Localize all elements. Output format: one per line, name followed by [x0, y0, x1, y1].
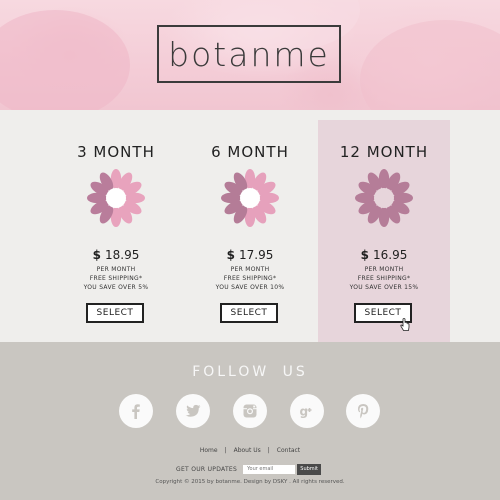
hero-flower-blur: [360, 20, 500, 110]
plan-title: 12 MONTH: [339, 143, 429, 161]
hero-banner: botanme: [0, 0, 500, 110]
footer-link-home[interactable]: Home: [200, 447, 218, 454]
plan-savings: YOU SAVE OVER 10%: [215, 284, 285, 291]
hand-cursor-icon: [400, 318, 410, 331]
brand-logo-text: botanme: [168, 34, 330, 74]
plan-shipping: FREE SHIPPING*: [89, 275, 143, 282]
google-plus-icon[interactable]: g: [290, 394, 324, 428]
flower-icon: [355, 169, 413, 227]
plan-price: $18.95: [92, 248, 140, 262]
plan-per-month: PER MONTH: [364, 266, 404, 273]
link-separator: |: [267, 447, 270, 454]
flower-center: [240, 188, 260, 208]
plan-price: $17.95: [226, 248, 274, 262]
newsletter-form: GET OUR UPDATES Submit: [176, 463, 322, 475]
plan-title: 6 MONTH: [211, 143, 289, 161]
flower-icon: [221, 169, 279, 227]
facebook-icon[interactable]: [119, 394, 153, 428]
plan-price: $16.95: [360, 248, 408, 262]
footer: FOLLOW US g Home | About Us | Contact GET OU…: [0, 342, 500, 500]
hero-flower-blur: [0, 10, 130, 110]
plan-card-3-month: 3 MONTH $18.95 PER MONTH FREE SHIPPING* …: [50, 120, 182, 342]
link-separator: |: [224, 447, 227, 454]
plan-title: 3 MONTH: [77, 143, 155, 161]
flower-center: [374, 188, 394, 208]
follow-us-heading: FOLLOW US: [192, 364, 308, 380]
newsletter-label: GET OUR UPDATES: [176, 465, 238, 473]
flower-center: [106, 188, 126, 208]
footer-link-contact[interactable]: Contact: [277, 447, 300, 454]
copyright-text: Copyright © 2015 by botanme. Design by D…: [155, 479, 345, 485]
twitter-icon[interactable]: [176, 394, 210, 428]
plan-shipping: FREE SHIPPING*: [223, 275, 277, 282]
plan-card-6-month: 6 MONTH $17.95 PER MONTH FREE SHIPPING* …: [184, 120, 316, 342]
footer-link-about[interactable]: About Us: [234, 447, 261, 454]
pinterest-icon[interactable]: [346, 394, 380, 428]
svg-text:g: g: [300, 405, 309, 419]
plan-savings: YOU SAVE OVER 5%: [83, 284, 149, 291]
plan-per-month: PER MONTH: [230, 266, 270, 273]
email-input[interactable]: [243, 464, 296, 474]
select-3-month-button[interactable]: SELECT: [86, 303, 144, 323]
select-6-month-button[interactable]: SELECT: [220, 303, 278, 323]
instagram-icon[interactable]: [233, 394, 267, 428]
plan-savings: YOU SAVE OVER 15%: [349, 284, 419, 291]
submit-button[interactable]: Submit: [297, 463, 322, 475]
brand-logo[interactable]: botanme: [157, 25, 341, 83]
plan-card-12-month: 12 MONTH $16.95 PER MONTH FREE SHIPPING*…: [318, 120, 450, 342]
plan-shipping: FREE SHIPPING*: [357, 275, 411, 282]
flower-icon: [87, 169, 145, 227]
pricing-plans: 3 MONTH $18.95 PER MONTH FREE SHIPPING* …: [0, 110, 500, 342]
footer-links: Home | About Us | Contact: [0, 447, 500, 454]
plan-per-month: PER MONTH: [96, 266, 136, 273]
